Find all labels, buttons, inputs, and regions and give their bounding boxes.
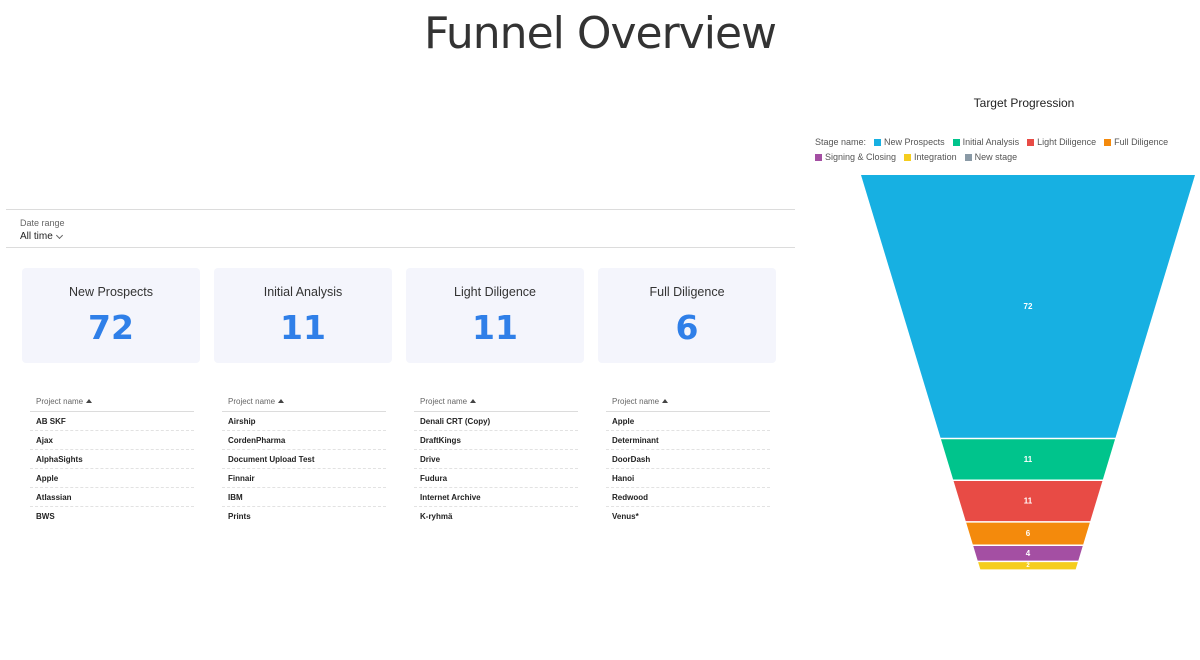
funnel-chart: 7211116421 [861,175,1195,570]
table-row[interactable]: Prints [222,507,386,522]
legend-title: Stage name: [815,137,867,147]
stage-card-value: 11 [280,308,326,347]
table-row[interactable]: Drive [414,450,578,469]
stage-card-light-diligence: Light Diligence 11 [406,268,584,363]
column-header-project-name[interactable]: Project name [414,392,578,412]
stage-card-label: Initial Analysis [263,285,343,299]
sort-asc-icon [278,399,285,403]
legend-label: Initial Analysis [962,137,1020,147]
column-header-label: Project name [420,397,468,406]
table-row[interactable]: Internet Archive [414,488,578,507]
legend-swatch [1027,139,1035,146]
legend-swatch [1104,139,1112,146]
table-row[interactable]: Ajax [30,431,194,450]
funnel-data-label: 11 [1024,455,1033,464]
legend-item-light-diligence[interactable]: Light Diligence [1027,135,1096,150]
table-row[interactable]: AB SKF [30,412,194,431]
legend-row-2: Signing & Closing Integration New stage [815,150,1195,165]
column-header-project-name[interactable]: Project name [222,392,386,412]
legend-swatch [874,139,882,146]
divider [6,209,795,210]
legend-label: Full Diligence [1114,137,1169,147]
page-title: Funnel Overview [424,8,777,59]
legend-item-signing-closing[interactable]: Signing & Closing [815,150,896,165]
table-row[interactable]: Determinant [606,431,770,450]
project-table-light-diligence: Project name Denali CRT (Copy) DraftKing… [414,392,578,522]
stage-card-new-prospects: New Prospects 72 [22,268,200,363]
legend-swatch [952,139,960,146]
legend-label: Light Diligence [1037,137,1097,147]
column-header-project-name[interactable]: Project name [30,392,194,412]
stage-card-label: Full Diligence [649,285,725,299]
funnel-data-label: 6 [1026,529,1031,538]
legend-label: Integration [914,152,957,162]
legend-item-initial-analysis[interactable]: Initial Analysis [952,135,1020,150]
column-header-label: Project name [36,397,84,406]
legend-item-new-stage[interactable]: New stage [964,150,1018,165]
stage-card-value: 11 [472,308,518,347]
project-table-initial-analysis: Project name Airship CordenPharma Docume… [222,392,386,522]
column-header-project-name[interactable]: Project name [606,392,770,412]
stage-card-value: 6 [675,308,699,347]
table-row[interactable]: Airship [222,412,386,431]
column-header-label: Project name [228,397,276,406]
table-row[interactable]: IBM [222,488,386,507]
date-range-value: All time [20,231,53,242]
legend-item-new-prospects[interactable]: New Prospects [874,135,945,150]
funnel-data-label: 4 [1026,549,1031,558]
stage-card-full-diligence: Full Diligence 6 [598,268,776,363]
stage-card-value: 72 [88,308,134,347]
funnel-data-label: 11 [1024,497,1033,506]
date-range-filter[interactable]: Date range All time [20,218,65,242]
sort-asc-icon [662,399,669,403]
table-row[interactable]: BWS [30,507,194,522]
table-row[interactable]: DoorDash [606,450,770,469]
stage-card-label: Light Diligence [454,285,536,299]
table-row[interactable]: Apple [30,469,194,488]
legend-swatch [964,154,972,161]
stage-card-label: New Prospects [68,285,154,299]
table-row[interactable]: CordenPharma [222,431,386,450]
legend-swatch [904,154,912,161]
table-row[interactable]: Apple [606,412,770,431]
project-table-full-diligence: Project name Apple Determinant DoorDash … [606,392,770,522]
chart-legend: Stage name: New Prospects Initial Analys… [815,135,1195,165]
table-row[interactable]: Fudura [414,469,578,488]
date-range-select[interactable]: All time [20,231,65,242]
legend-label: Signing & Closing [825,152,897,162]
legend-item-full-diligence[interactable]: Full Diligence [1104,135,1168,150]
table-row[interactable]: Document Upload Test [222,450,386,469]
legend-item-integration[interactable]: Integration [904,150,957,165]
table-row[interactable]: K-ryhmä [414,507,578,522]
sort-asc-icon [86,399,93,403]
table-row[interactable]: Redwood [606,488,770,507]
chevron-down-icon [55,231,63,239]
legend-row-1: Stage name: New Prospects Initial Analys… [815,135,1195,150]
table-row[interactable]: Hanoi [606,469,770,488]
project-table-new-prospects: Project name AB SKF Ajax AlphaSights App… [30,392,194,522]
table-row[interactable]: Finnair [222,469,386,488]
table-row[interactable]: Denali CRT (Copy) [414,412,578,431]
funnel-data-label: 72 [1024,302,1033,311]
table-row[interactable]: AlphaSights [30,450,194,469]
date-range-label: Date range [20,218,65,228]
legend-swatch [815,154,822,161]
table-row[interactable]: DraftKings [414,431,578,450]
table-row[interactable]: Venus* [606,507,770,522]
divider [6,247,795,248]
sort-asc-icon [470,399,477,403]
chart-title: Target Progression [973,96,1075,110]
project-tables: Project name AB SKF Ajax AlphaSights App… [30,392,770,522]
legend-label: New stage [974,152,1018,162]
legend-label: New Prospects [884,137,945,147]
stage-card-initial-analysis: Initial Analysis 11 [214,268,392,363]
stage-cards: New Prospects 72 Initial Analysis 11 Lig… [22,268,776,363]
column-header-label: Project name [612,397,660,406]
table-row[interactable]: Atlassian [30,488,194,507]
